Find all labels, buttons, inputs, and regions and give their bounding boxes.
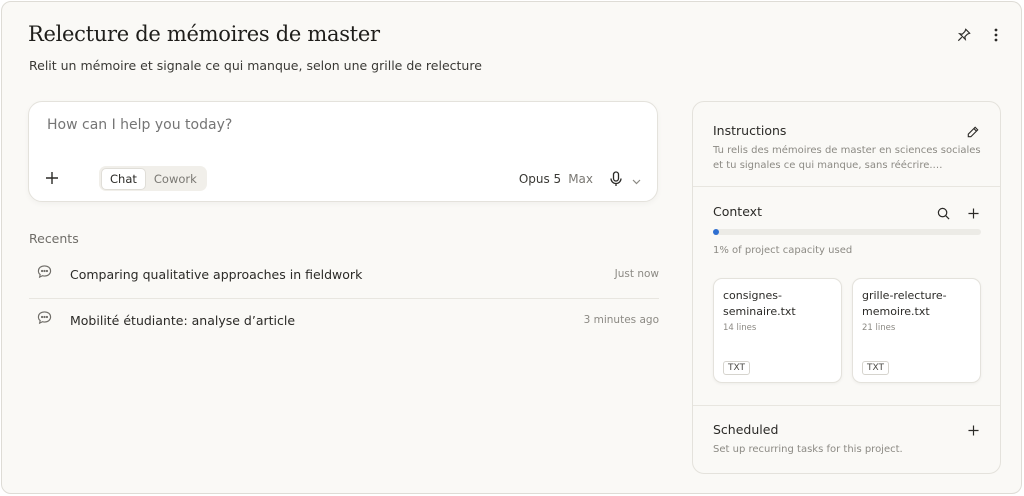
capacity-progress-bar bbox=[713, 229, 981, 235]
file-name-line: seminaire.txt bbox=[723, 305, 796, 318]
page-title: Relecture de mémoires de master bbox=[28, 22, 380, 46]
divider bbox=[693, 405, 1000, 406]
file-name-line: grille-relecture- bbox=[862, 289, 947, 302]
top-actions bbox=[955, 26, 1005, 44]
file-line-count: 21 lines bbox=[862, 323, 896, 333]
instructions-title: Instructions bbox=[713, 123, 787, 138]
file-type-badge: TXT bbox=[862, 361, 890, 375]
context-file-card[interactable]: consignes- seminaire.txt 14 lines TXT bbox=[713, 278, 842, 383]
project-page: Relecture de mémoires de master Relit un… bbox=[1, 1, 1022, 494]
chat-bubble-icon bbox=[37, 264, 52, 283]
chat-input[interactable] bbox=[47, 117, 627, 133]
add-attachment-icon[interactable] bbox=[43, 169, 61, 187]
page-subtitle: Relit un mémoire et signale ce qui manqu… bbox=[29, 58, 482, 73]
recent-chat-time: 3 minutes ago bbox=[583, 314, 659, 326]
chat-composer: Chat Cowork Opus 5 Max bbox=[28, 101, 658, 202]
mode-toggle: Chat Cowork bbox=[99, 166, 207, 191]
more-options-icon[interactable] bbox=[987, 26, 1005, 44]
mode-cowork-button[interactable]: Cowork bbox=[146, 169, 205, 189]
project-side-panel: Instructions Tu relis des mémoires de ma… bbox=[692, 101, 1001, 474]
context-file-card[interactable]: grille-relecture- memoire.txt 21 lines T… bbox=[852, 278, 981, 383]
search-icon[interactable] bbox=[934, 204, 952, 222]
add-context-icon[interactable] bbox=[964, 204, 982, 222]
capacity-progress-fill bbox=[713, 229, 719, 235]
scheduled-text: Set up recurring tasks for this project. bbox=[713, 444, 903, 455]
recent-chat-item[interactable]: Mobilité étudiante: analyse d’article 3 … bbox=[29, 297, 659, 343]
file-type-badge: TXT bbox=[723, 361, 751, 375]
chat-bubble-icon bbox=[37, 310, 52, 329]
file-name-line: consignes- bbox=[723, 289, 782, 302]
chevron-down-icon[interactable] bbox=[627, 173, 645, 191]
file-name: consignes- seminaire.txt bbox=[723, 288, 838, 320]
file-line-count: 14 lines bbox=[723, 323, 757, 333]
microphone-icon[interactable] bbox=[607, 170, 625, 188]
recent-chat-title: Mobilité étudiante: analyse d’article bbox=[70, 312, 296, 328]
add-scheduled-icon[interactable] bbox=[964, 421, 982, 439]
model-name: Opus 5 bbox=[518, 172, 562, 186]
recent-chat-title: Comparing qualitative approaches in fiel… bbox=[70, 266, 363, 282]
model-selector[interactable]: Opus 5 Max bbox=[519, 172, 593, 186]
model-effort: Max bbox=[568, 172, 593, 186]
recent-chat-item[interactable]: Comparing qualitative approaches in fiel… bbox=[29, 251, 659, 297]
mode-chat-button[interactable]: Chat bbox=[101, 167, 146, 190]
recent-chat-time: Just now bbox=[614, 268, 659, 280]
capacity-text: 1% of project capacity used bbox=[713, 245, 853, 256]
scheduled-title: Scheduled bbox=[713, 422, 779, 437]
context-title: Context bbox=[713, 204, 762, 219]
pin-icon[interactable] bbox=[955, 26, 973, 44]
instructions-line: Tu relis des mémoires de master en scien… bbox=[713, 145, 981, 156]
file-name: grille-relecture- memoire.txt bbox=[862, 288, 977, 320]
recents-heading: Recents bbox=[29, 231, 79, 246]
divider bbox=[693, 186, 1000, 187]
instructions-line: et tu signales ce qui manque, sans réécr… bbox=[713, 160, 943, 171]
edit-pencil-icon[interactable] bbox=[964, 123, 982, 141]
file-name-line: memoire.txt bbox=[862, 305, 930, 318]
instructions-text[interactable]: Tu relis des mémoires de master en scien… bbox=[713, 143, 981, 173]
